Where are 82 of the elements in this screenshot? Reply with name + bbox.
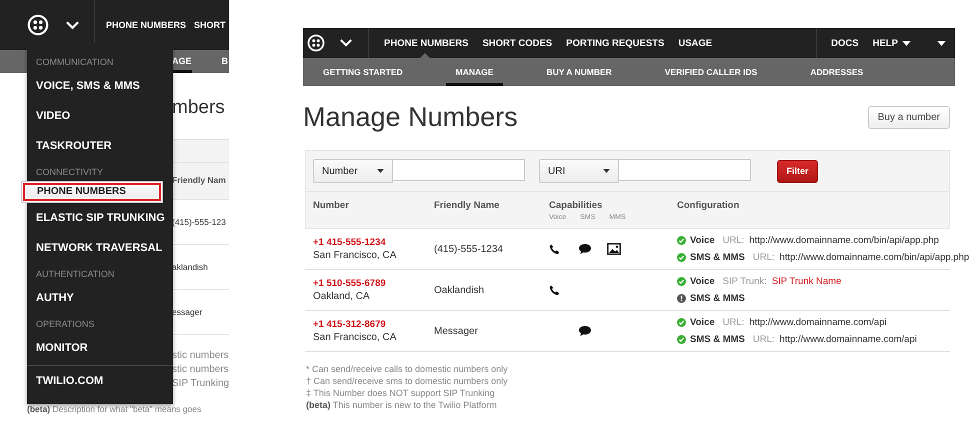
footnote: (beta) This number is new to the Twilio Platform: [306, 399, 498, 411]
page-title: Manage Numbers: [303, 102, 518, 132]
footnote: * Can send/receive calls to domestic numbers only: [306, 363, 509, 375]
caret-icon: [603, 169, 610, 173]
sub-nav-tab[interactable]: BUY A NUMBER: [536, 58, 622, 86]
location-text: San Francisco, CA: [313, 332, 398, 343]
table-cell-text: Messager: [434, 326, 479, 336]
column-heading: Number: [313, 200, 350, 213]
config-label: SMS & MMS: [690, 293, 745, 304]
logo-icon[interactable]: [27, 14, 49, 36]
menu-section-heading: COMMUNICATION: [35, 56, 114, 69]
nav-link[interactable]: HELP: [872, 38, 911, 48]
table-cell-text: (415)-555-1234: [434, 244, 504, 254]
menu-section-heading: CONNECTIVITY: [35, 166, 104, 179]
location-text: San Francisco, CA: [313, 250, 398, 261]
url-text: http://www.domainname.com/bin/api/app.php: [749, 235, 939, 246]
nav-link[interactable]: USAGE: [678, 38, 712, 48]
menu-item[interactable]: MONITOR: [27, 333, 173, 363]
menu-item[interactable]: TWILIO.COM: [27, 365, 173, 396]
sub-nav-tab[interactable]: GETTING STARTED: [313, 58, 413, 86]
filter-input[interactable]: [393, 159, 525, 181]
nav-link[interactable]: SHORT: [194, 20, 226, 30]
menu-item[interactable]: VOICE, SMS & MMS: [27, 71, 173, 101]
footnote: SIP Trunking: [172, 377, 229, 391]
config-key: URL:: [752, 252, 775, 263]
menu-section-heading: AUTHENTICATION: [35, 268, 116, 281]
config-key: SIP Trunk:: [722, 276, 767, 287]
page-heading: mbers: [172, 97, 226, 119]
logo-icon[interactable]: [307, 34, 325, 52]
menu-item[interactable]: NETWORK TRAVERSAL: [27, 233, 173, 263]
menu-item[interactable]: AUTHY: [27, 283, 173, 313]
config-label: Voice: [690, 235, 715, 246]
menu-item[interactable]: PHONE NUMBERS: [21, 181, 163, 203]
menu-section-heading: OPERATIONS: [35, 318, 96, 331]
sub-nav-tab[interactable]: B: [222, 50, 228, 73]
menu-item[interactable]: TASKROUTER: [27, 131, 173, 161]
filter-input[interactable]: [619, 159, 751, 181]
footnote: stic numbers: [172, 363, 229, 377]
nav-link[interactable]: SHORT CODES: [482, 38, 552, 48]
config-key: URL:: [722, 317, 744, 328]
url-text: http://www.domainname.com/bin/api/app.php: [780, 252, 970, 263]
footnote: ‡ This Number does NOT support SIP Trunking: [306, 387, 496, 399]
phone-number-link[interactable]: +1 510-555-6789: [313, 278, 434, 289]
config-key: URL:: [752, 334, 775, 345]
trunk-link[interactable]: SIP Trunk Name: [772, 276, 842, 287]
config-label: SMS & MMS: [690, 334, 745, 345]
buy-number-button[interactable]: Buy a number: [868, 106, 950, 128]
select-dropdown[interactable]: Number: [313, 159, 393, 183]
config-label: Voice: [690, 276, 715, 287]
sub-nav-tab[interactable]: ADDRESSES: [800, 58, 874, 86]
filter-button[interactable]: Filter: [777, 160, 818, 182]
filter-bar: [172, 139, 229, 162]
caret-icon: [377, 169, 384, 173]
sub-nav-tab[interactable]: MANAGE: [446, 58, 504, 86]
column-heading: Capabilities: [549, 200, 604, 211]
menu-item[interactable]: ELASTIC SIP TRUNKING: [27, 203, 173, 233]
footnote: † Can send/receive sms to domestic numbers only: [306, 375, 509, 387]
nav-link[interactable]: PORTING REQUESTS: [566, 38, 664, 48]
caret-icon[interactable]: [937, 40, 946, 46]
caret-icon: [902, 40, 911, 46]
footnote: (beta) Description for what "beta" means goes: [27, 404, 202, 414]
nav-link[interactable]: PHONE NUMBERS: [384, 38, 468, 48]
phone-number-link[interactable]: +1 415-312-8679: [313, 319, 434, 330]
nav-link[interactable]: DOCS: [831, 38, 859, 48]
column-heading: Friendly Nam: [172, 162, 229, 199]
config-label: Voice: [690, 317, 715, 328]
footnote: stic numbers: [172, 349, 229, 363]
nav-link[interactable]: PHONE NUMBERS: [106, 20, 186, 30]
chevron-icon[interactable]: [340, 39, 352, 47]
url-text: http://www.domainname.com/api: [780, 334, 917, 345]
menu-item[interactable]: VIDEO: [27, 101, 173, 131]
column-heading: Configuration: [677, 200, 740, 213]
url-text: http://www.domainname.com/api: [749, 317, 887, 328]
sub-nav-tab[interactable]: VERIFIED CALLER IDS: [654, 58, 768, 86]
phone-number-link[interactable]: +1 415-555-1234: [313, 237, 434, 248]
config-key: URL:: [722, 235, 744, 246]
column-heading: Friendly Name: [434, 200, 500, 213]
config-label: SMS & MMS: [690, 252, 745, 263]
chevron-icon[interactable]: [66, 20, 79, 30]
table-cell-text: Oaklandish: [434, 284, 486, 296]
select-dropdown[interactable]: URI: [539, 159, 619, 183]
location-text: Oakland, CA: [313, 291, 371, 302]
